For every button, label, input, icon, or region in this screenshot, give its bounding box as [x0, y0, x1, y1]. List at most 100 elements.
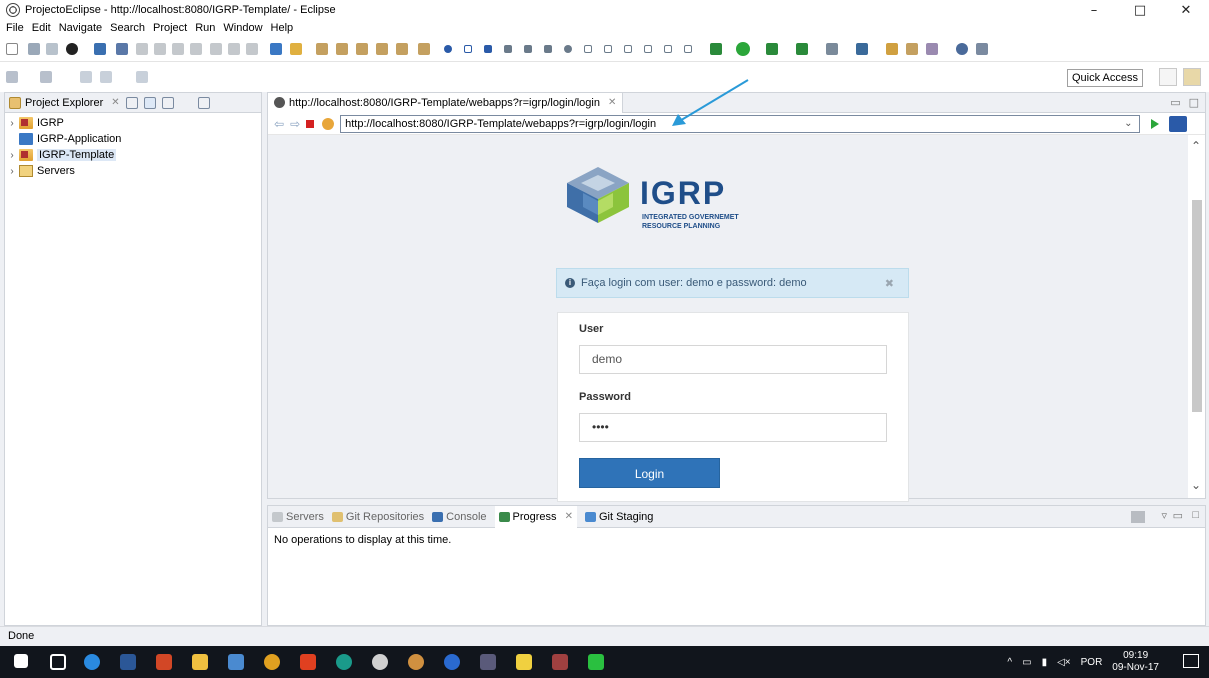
outline2-icon[interactable]: [604, 45, 612, 53]
tab-servers[interactable]: Servers: [272, 511, 324, 523]
powerpoint-icon[interactable]: [156, 654, 172, 670]
skip-breakpoints-icon[interactable]: [116, 43, 128, 55]
tree-item-igrp-template[interactable]: › IGRP-Template: [5, 147, 261, 163]
minimize-editor-icon[interactable]: ▭: [1170, 96, 1180, 109]
network-tray-icon[interactable]: ▭: [1022, 657, 1031, 668]
disconnect-icon[interactable]: [190, 43, 202, 55]
maximize-view-icon[interactable]: □: [1192, 509, 1199, 521]
page-scrollbar[interactable]: ⌃ ⌄: [1188, 135, 1205, 498]
view-menu-icon[interactable]: ▿: [1161, 509, 1167, 522]
obs-icon[interactable]: [372, 654, 388, 670]
external-browser-icon[interactable]: [1168, 115, 1187, 132]
git-icon[interactable]: [300, 654, 316, 670]
scroll-down-icon[interactable]: ⌄: [1191, 478, 1201, 492]
pencil-icon[interactable]: [926, 43, 938, 55]
new-server-icon[interactable]: [826, 43, 838, 55]
search-icon[interactable]: [976, 43, 988, 55]
format-icon[interactable]: [396, 43, 408, 55]
browser-tab[interactable]: http://localhost:8080/IGRP-Template/weba…: [268, 92, 624, 113]
layout-icon[interactable]: [418, 43, 430, 55]
dismiss-alert-icon[interactable]: ✖: [885, 277, 894, 290]
open-file-icon[interactable]: [906, 43, 918, 55]
menu-window[interactable]: Window: [223, 22, 262, 34]
refresh-icon[interactable]: [322, 117, 335, 130]
file-explorer-icon[interactable]: [192, 654, 208, 670]
maximize-button[interactable]: □: [1117, 0, 1163, 20]
square-icon[interactable]: [504, 45, 512, 53]
open-task-icon[interactable]: [290, 43, 302, 55]
show-whitespace-icon[interactable]: [356, 43, 368, 55]
toggle-block-icon[interactable]: [336, 43, 348, 55]
scrollbar-thumb[interactable]: [1192, 200, 1202, 412]
menu-project[interactable]: Project: [153, 22, 187, 34]
external-tools-icon[interactable]: [796, 43, 808, 55]
action-center-icon[interactable]: [1183, 654, 1199, 668]
tab-git-repositories[interactable]: Git Repositories: [331, 511, 424, 523]
menu-navigate[interactable]: Navigate: [59, 22, 102, 34]
link-editor-icon[interactable]: [143, 96, 156, 109]
eclipse-taskbar-icon[interactable]: [480, 654, 496, 670]
volume-icon[interactable]: ◁×: [1057, 657, 1071, 668]
expand-icon[interactable]: ›: [5, 166, 19, 177]
close-button[interactable]: ✕: [1163, 0, 1209, 20]
run-icon[interactable]: [736, 42, 750, 56]
console-icon[interactable]: [94, 43, 106, 55]
project-explorer-tab[interactable]: Project Explorer ✕: [5, 93, 261, 113]
password-input[interactable]: ••••: [579, 413, 887, 442]
next-annotation-icon[interactable]: [6, 71, 18, 83]
step-into-icon[interactable]: [210, 43, 222, 55]
resume-icon[interactable]: [136, 43, 148, 55]
debug-icon[interactable]: [710, 43, 722, 55]
collapse-all-icon[interactable]: [125, 96, 138, 109]
edge-icon[interactable]: [84, 654, 100, 670]
outline6-icon[interactable]: [684, 45, 692, 53]
coverage-icon[interactable]: [766, 43, 778, 55]
tree-item-igrp[interactable]: › IGRP: [5, 115, 261, 131]
outline-icon[interactable]: [584, 45, 592, 53]
save-icon[interactable]: [28, 43, 40, 55]
word-wrap-icon[interactable]: [376, 43, 388, 55]
diamond-icon[interactable]: [464, 45, 472, 53]
close-tab-icon[interactable]: ✕: [565, 511, 573, 522]
suspend-icon[interactable]: [154, 43, 166, 55]
menu-edit[interactable]: Edit: [32, 22, 51, 34]
menu-help[interactable]: Help: [271, 22, 294, 34]
sticky-notes-icon[interactable]: [516, 654, 532, 670]
circle-icon[interactable]: [564, 45, 572, 53]
java-ee-perspective-icon[interactable]: [1183, 68, 1201, 86]
new-icon[interactable]: [6, 43, 18, 55]
outline4-icon[interactable]: [644, 45, 652, 53]
firefox-icon[interactable]: [444, 654, 460, 670]
save-all-icon[interactable]: [46, 43, 58, 55]
camtasia-icon[interactable]: [588, 654, 604, 670]
menu-search[interactable]: Search: [110, 22, 145, 34]
tree-item-servers[interactable]: › Servers: [5, 163, 261, 179]
back-icon[interactable]: [100, 71, 112, 83]
tab-git-staging[interactable]: Git Staging: [584, 511, 653, 523]
expand-icon[interactable]: ›: [5, 118, 19, 129]
browser-forward-icon[interactable]: ⇨: [290, 117, 300, 131]
step-over-icon[interactable]: [228, 43, 240, 55]
language-indicator[interactable]: POR: [1081, 657, 1103, 668]
new-class-icon[interactable]: [856, 43, 868, 55]
stop-icon[interactable]: [306, 119, 315, 128]
word-icon[interactable]: [120, 654, 136, 670]
outline5-icon[interactable]: [664, 45, 672, 53]
web-browser-icon[interactable]: [956, 43, 968, 55]
quick-access-field[interactable]: Quick Access: [1066, 69, 1143, 87]
start-icon[interactable]: [14, 654, 28, 668]
open-perspective-icon[interactable]: [1159, 68, 1177, 86]
triangle-icon[interactable]: [484, 45, 492, 53]
mascot-icon[interactable]: [408, 654, 424, 670]
mark-occurrences-icon[interactable]: [316, 43, 328, 55]
shape-icon[interactable]: [544, 45, 552, 53]
maximize-view-icon[interactable]: [197, 96, 210, 109]
tab-progress[interactable]: Progress ✕: [494, 505, 577, 528]
expand-icon[interactable]: ›: [5, 150, 19, 161]
close-icon[interactable]: ✕: [111, 97, 119, 108]
scroll-up-icon[interactable]: ⌃: [1191, 139, 1201, 153]
terminate-icon[interactable]: [172, 43, 184, 55]
go-icon[interactable]: [1150, 118, 1159, 129]
remove-finished-icon[interactable]: [1131, 511, 1145, 523]
maximize-editor-icon[interactable]: □: [1189, 96, 1199, 109]
